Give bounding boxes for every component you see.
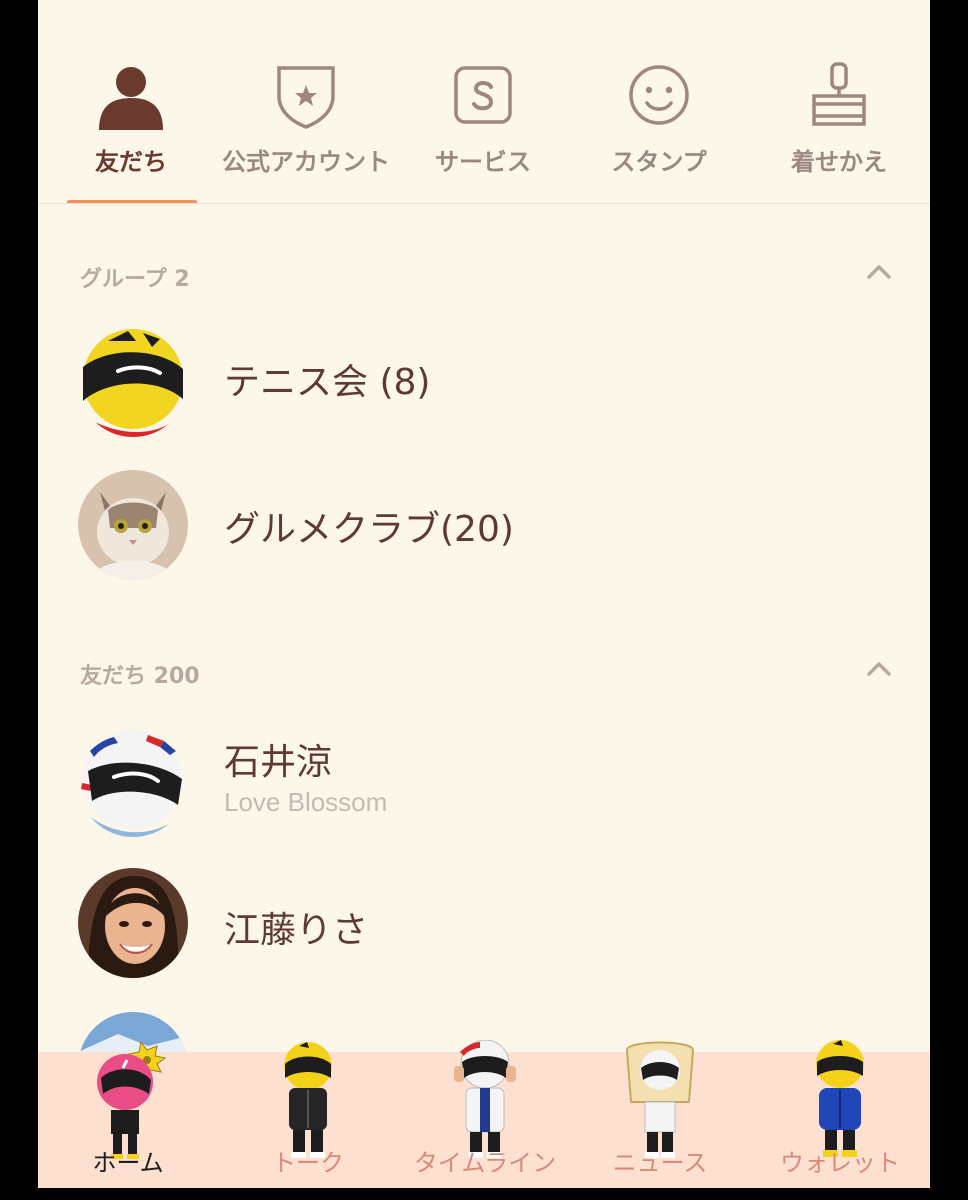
top-tab-bar: 友だち 公式アカウント サービス スタンプ 着せかえ bbox=[38, 0, 930, 205]
badge-star-icon bbox=[277, 66, 335, 129]
helmet-yellow-avatar bbox=[78, 327, 188, 437]
tab-label: 友だち bbox=[95, 148, 167, 176]
bottom-navigation-bar: ホーム トーク タイムライン ニュース ウォレット bbox=[38, 1040, 930, 1188]
friend-name: 江藤りさ bbox=[224, 910, 369, 951]
helmet-blue-character-icon bbox=[816, 1040, 864, 1157]
cat-avatar bbox=[78, 470, 188, 580]
helmet-yellow-character-icon bbox=[284, 1042, 332, 1158]
nav-label: タイムライン bbox=[413, 1149, 557, 1177]
tab-stickers[interactable]: スタンプ bbox=[574, 50, 744, 203]
friends-section-header: 友だち 200 bbox=[80, 664, 200, 689]
groups-section-header: グループ 2 bbox=[80, 267, 190, 292]
nav-news[interactable]: ニュース bbox=[598, 1041, 722, 1188]
woman-photo-avatar bbox=[78, 868, 188, 978]
helmet-pink-character-icon bbox=[97, 1040, 167, 1159]
tab-friends[interactable]: 友だち bbox=[46, 50, 216, 203]
group-name: グルメクラブ(20) bbox=[224, 509, 514, 550]
nav-label: ホーム bbox=[92, 1149, 164, 1177]
chevron-up-icon[interactable] bbox=[866, 262, 892, 280]
brush-icon bbox=[812, 62, 866, 126]
friend-row[interactable]: 江藤りさ bbox=[38, 865, 930, 978]
friend-name: 石井涼 bbox=[224, 742, 333, 783]
tab-label: 着せかえ bbox=[791, 148, 887, 176]
helmet-white-avatar bbox=[78, 727, 188, 837]
nav-label: トーク bbox=[272, 1149, 344, 1177]
tab-label: サービス bbox=[435, 148, 531, 176]
nav-label: ニュース bbox=[612, 1149, 708, 1177]
smiley-icon bbox=[629, 65, 689, 125]
tab-label: 公式アカウント bbox=[222, 148, 390, 176]
chevron-up-icon[interactable] bbox=[866, 659, 892, 677]
nav-wallet[interactable]: ウォレット bbox=[778, 1040, 902, 1188]
person-icon bbox=[99, 67, 163, 130]
group-name: テニス会 (8) bbox=[224, 362, 431, 403]
friend-status-message: Love Blossom bbox=[224, 787, 388, 817]
tab-services[interactable]: サービス bbox=[398, 50, 568, 203]
helmet-toast-character-icon bbox=[625, 1041, 695, 1158]
group-row-tennis[interactable]: テニス会 (8) bbox=[38, 325, 930, 437]
group-row-gourmet[interactable]: グルメクラブ(20) bbox=[38, 470, 930, 582]
tab-themes[interactable]: 着せかえ bbox=[754, 50, 924, 203]
helmet-white-character-icon bbox=[454, 1040, 516, 1158]
nav-timeline[interactable]: タイムライン bbox=[400, 1040, 570, 1188]
nav-label: ウォレット bbox=[780, 1149, 900, 1177]
tab-official-accounts[interactable]: 公式アカウント bbox=[221, 50, 391, 203]
app-screen: 友だち 公式アカウント サービス スタンプ 着せかえ グループ 2 テニス会 (… bbox=[38, 0, 930, 1188]
nav-talk[interactable]: トーク bbox=[248, 1042, 368, 1188]
friend-row[interactable]: 石井涼 Love Blossom bbox=[38, 725, 930, 837]
tab-label: スタンプ bbox=[611, 148, 707, 176]
nav-home[interactable]: ホーム bbox=[68, 1040, 188, 1188]
service-s-icon bbox=[454, 66, 512, 124]
divider bbox=[38, 203, 930, 204]
